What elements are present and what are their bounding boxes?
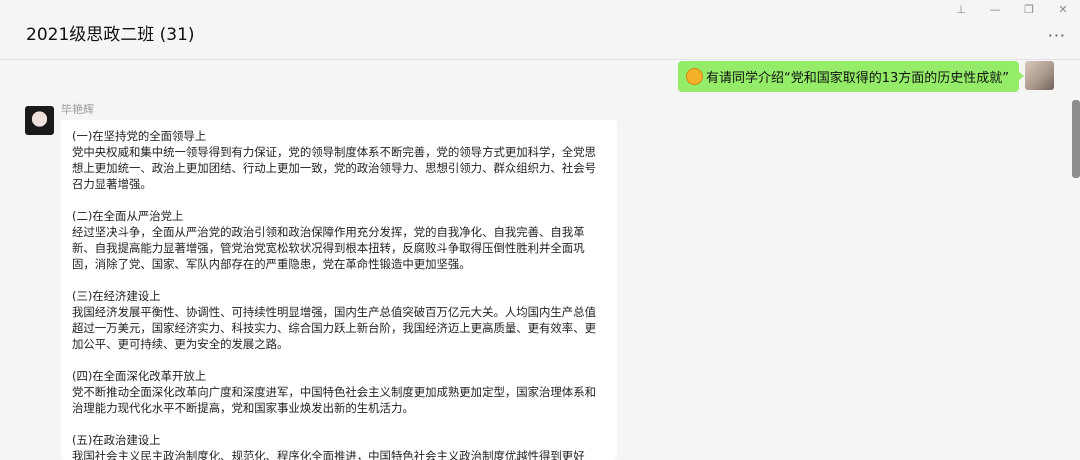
section-body: 我国经济发展平衡性、协调性、可持续性明显增强，国内生产总值突破百万亿元大关。人均…: [72, 305, 596, 351]
my-message-bubble[interactable]: 有请同学介绍“党和国家取得的13方面的历史性成就”: [677, 61, 1025, 92]
received-message-bubble[interactable]: (一)在坚持党的全面领导上 党中央权威和集中统一领导得到有力保证，党的领导制度体…: [61, 120, 617, 460]
section-title: (二)在全面从严治党上: [72, 209, 184, 223]
minimize-icon[interactable]: —: [988, 3, 1002, 16]
section-title: (一)在坚持党的全面领导上: [72, 129, 207, 143]
section-body: 经过坚决斗争，全面从严治党的政治引领和政治保障作用充分发挥，党的自我净化、自我完…: [72, 225, 585, 271]
message-section: (一)在坚持党的全面领导上 党中央权威和集中统一领导得到有力保证，党的领导制度体…: [72, 128, 606, 192]
pin-icon[interactable]: ⊥: [954, 3, 968, 16]
scrollbar-thumb[interactable]: [1072, 100, 1080, 178]
chat-title: 2021级思政二班 (31): [26, 25, 195, 45]
section-body: 党不断推动全面深化改革向广度和深度进军，中国特色社会主义制度更加成熟更加定型，国…: [72, 385, 596, 415]
sender-name: 毕艳辉: [61, 103, 94, 116]
my-message-text: 有请同学介绍“党和国家取得的13方面的历史性成就”: [705, 71, 1009, 86]
maximize-icon[interactable]: ❐: [1022, 3, 1036, 16]
window-controls: ⊥ — ❐ ✕: [954, 3, 1070, 16]
message-section: (三)在经济建设上 我国经济发展平衡性、协调性、可持续性明显增强，国内生产总值突…: [72, 288, 606, 352]
close-icon[interactable]: ✕: [1056, 3, 1070, 16]
message-section: (四)在全面深化改革开放上 党不断推动全面深化改革向广度和深度进军，中国特色社会…: [72, 368, 606, 416]
section-title: (三)在经济建设上: [72, 289, 161, 303]
section-body: 我国社会主义民主政治制度化、规范化、程序化全面推进，中国特色社会主义政治制度优越…: [72, 449, 585, 460]
section-title: (五)在政治建设上: [72, 433, 161, 447]
section-title: (四)在全面深化改革开放上: [72, 369, 207, 383]
smile-emoji-icon: [685, 68, 703, 85]
more-options-icon[interactable]: ···: [1048, 26, 1066, 45]
sender-avatar[interactable]: [25, 106, 54, 135]
message-section: (五)在政治建设上 我国社会主义民主政治制度化、规范化、程序化全面推进，中国特色…: [72, 432, 606, 460]
message-section: (二)在全面从严治党上 经过坚决斗争，全面从严治党的政治引领和政治保障作用充分发…: [72, 208, 606, 272]
chat-header: 2021级思政二班 (31) ⊥ — ❐ ✕ ···: [0, 0, 1080, 60]
my-avatar[interactable]: [1025, 61, 1054, 90]
section-body: 党中央权威和集中统一领导得到有力保证，党的领导制度体系不断完善，党的领导方式更加…: [72, 145, 596, 191]
